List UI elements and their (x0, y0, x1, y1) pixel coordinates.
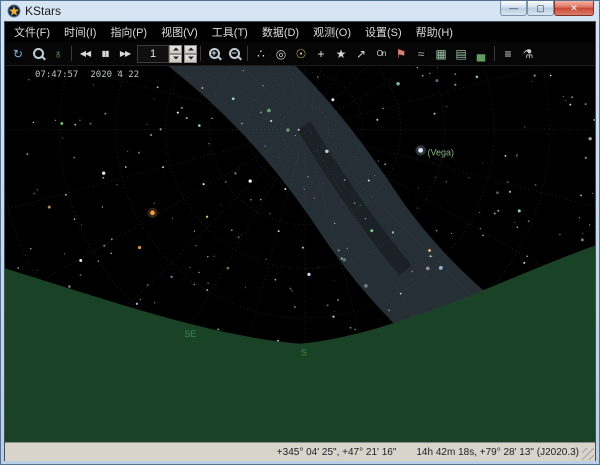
sky-canvas[interactable]: (Vega) SE S (5, 66, 595, 442)
toolbar: ↻♁◀◀▮▮▶▶1+−∴◎☉+★↗On⚑≈▦▤▄≡⚗ (5, 42, 595, 66)
client-area: 文件(F)时间(I)指向(P)视图(V)工具(T)数据(D)观测(O)设置(S)… (4, 21, 596, 461)
toggle-constellation-boundaries-button[interactable]: ★ (331, 44, 351, 64)
local-date: 2020 4 22 (90, 70, 139, 80)
toggle-constellation-lines-button[interactable]: + (311, 44, 331, 64)
time-stop-button[interactable]: ▮▮ (95, 44, 115, 64)
toggle-solar-system-button[interactable]: ☉ (291, 44, 311, 64)
window-title: KStars (25, 4, 61, 18)
toolbar-separator (247, 46, 248, 61)
toggle-milky-way-button[interactable]: ≈ (411, 44, 431, 64)
menubar: 文件(F)时间(I)指向(P)视图(V)工具(T)数据(D)观测(O)设置(S)… (5, 22, 595, 42)
toggle-equatorial-grid-button[interactable]: ▦ (431, 44, 451, 64)
kstars-app-icon (7, 4, 21, 18)
find-object-button[interactable] (28, 44, 48, 64)
whats-interesting-button[interactable]: ⚗ (518, 44, 538, 64)
set-geographic-location-button[interactable]: ♁ (48, 44, 68, 64)
toggle-ground-button[interactable]: ▄ (471, 44, 491, 64)
download-data-button[interactable]: ↻ (8, 44, 28, 64)
toggle-horizontal-grid-button[interactable]: ▤ (451, 44, 471, 64)
observation-list-button[interactable]: ≡ (498, 44, 518, 64)
toggle-constellation-names-button[interactable]: On (371, 44, 391, 64)
time-step-value: 1 (137, 45, 169, 63)
menu-settings[interactable]: 设置(S) (358, 22, 409, 42)
toggle-stars-button[interactable]: ∴ (251, 44, 271, 64)
menu-file[interactable]: 文件(F) (7, 22, 57, 42)
zoom-in-button[interactable]: + (204, 44, 224, 64)
time-step-up-button[interactable] (169, 45, 182, 54)
local-time: 07:47:57 (35, 70, 78, 80)
compass-se: SE (184, 329, 196, 339)
time-step-spinbox[interactable]: 1 (137, 45, 182, 63)
time-step-down-button[interactable] (169, 54, 182, 63)
minimize-button[interactable]: — (500, 1, 527, 16)
compass-s: S (301, 348, 307, 358)
maximize-button[interactable]: ▢ (527, 1, 554, 16)
magnifier-icon (33, 48, 44, 59)
menu-help[interactable]: 帮助(H) (409, 22, 460, 42)
menu-time[interactable]: 时间(I) (57, 22, 103, 42)
unit-up-button[interactable] (184, 45, 197, 54)
resize-grip[interactable] (582, 448, 594, 460)
menu-observation[interactable]: 观测(O) (306, 22, 358, 42)
time-rewind-button[interactable]: ◀◀ (75, 44, 95, 64)
menu-data[interactable]: 数据(D) (255, 22, 306, 42)
window-controls: — ▢ ✕ (500, 1, 594, 16)
toggle-deep-sky-objects-button[interactable]: ◎ (271, 44, 291, 64)
sky-map[interactable]: (Vega) SE S 07:47:57 2020 4 22 (5, 66, 595, 442)
time-infobox[interactable]: 07:47:57 2020 4 22 (35, 70, 139, 80)
titlebar[interactable]: KStars — ▢ ✕ (4, 1, 596, 21)
toolbar-separator (71, 46, 72, 61)
toolbar-separator (200, 46, 201, 61)
magnifier-icon: − (229, 48, 240, 59)
status-horizontal-coords: +345° 04' 25", +47° 21' 16" (277, 447, 397, 458)
menu-view[interactable]: 视图(V) (154, 22, 205, 42)
vega-label: (Vega) (428, 147, 454, 157)
magnifier-icon: + (209, 48, 220, 59)
menu-pointing[interactable]: 指向(P) (103, 22, 154, 42)
menu-tools[interactable]: 工具(T) (205, 22, 255, 42)
time-step-unit-stepper[interactable] (184, 45, 197, 63)
toggle-supernovae-button[interactable]: ↗ (351, 44, 371, 64)
close-button[interactable]: ✕ (554, 1, 594, 16)
unit-down-button[interactable] (184, 54, 197, 63)
status-equatorial-coords: 14h 42m 18s, +79° 28' 13" (J2020.3) (416, 447, 579, 458)
statusbar: +345° 04' 25", +47° 21' 16" 14h 42m 18s,… (5, 442, 595, 461)
time-advance-button[interactable]: ▶▶ (115, 44, 135, 64)
zoom-out-button[interactable]: − (224, 44, 244, 64)
toggle-flags-button[interactable]: ⚑ (391, 44, 411, 64)
kstars-window: KStars — ▢ ✕ 文件(F)时间(I)指向(P)视图(V)工具(T)数据… (0, 0, 600, 465)
toolbar-separator (494, 46, 495, 61)
